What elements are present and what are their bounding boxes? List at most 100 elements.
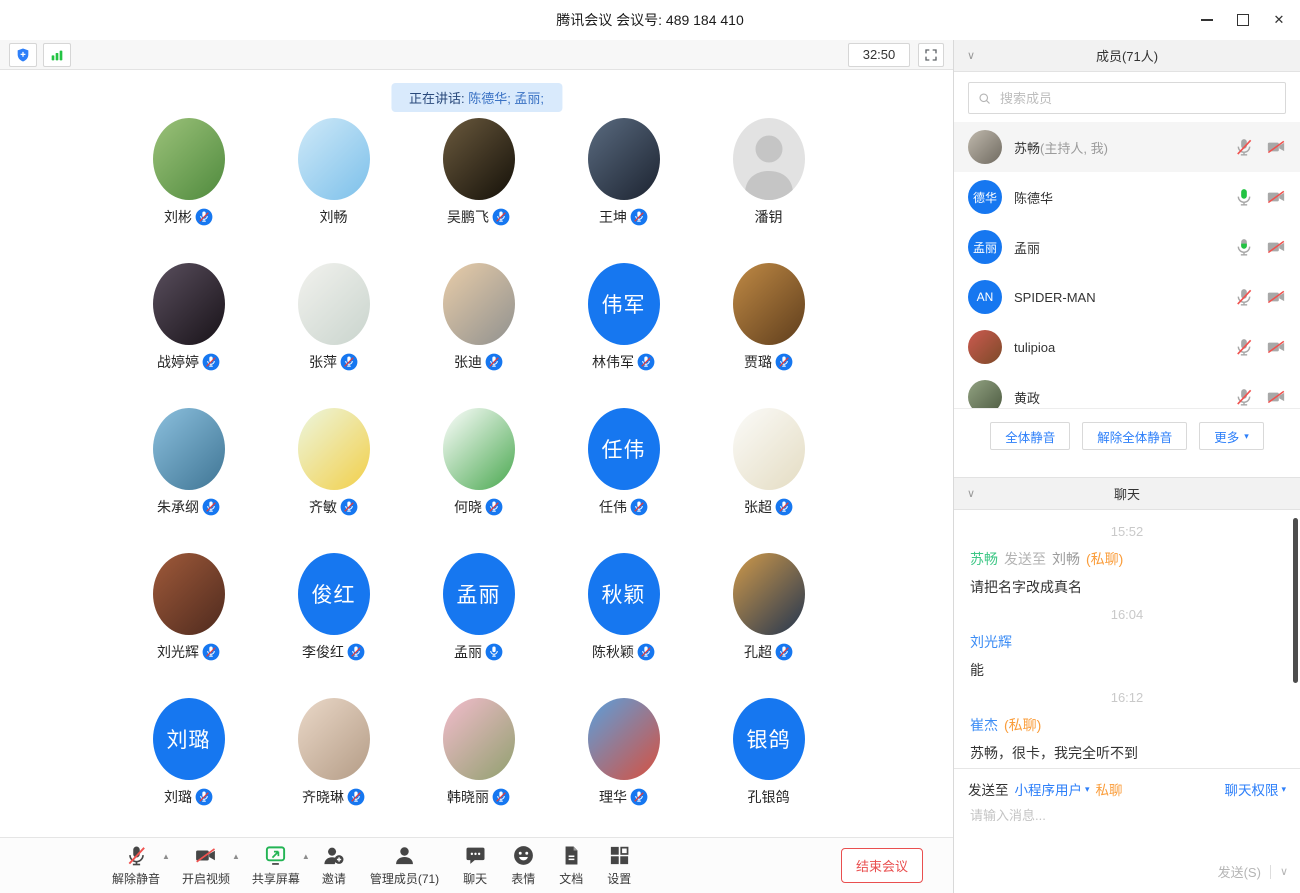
member-row[interactable]: 苏畅(主持人, 我) [954, 122, 1300, 172]
participant-tile[interactable]: 韩晓丽 [406, 698, 551, 838]
chat-message-header: 苏畅发送至刘畅(私聊) [970, 549, 1284, 569]
participant-tile[interactable]: 战婷婷 [116, 263, 261, 408]
participant-tile[interactable]: 任伟任伟 [551, 408, 696, 553]
collapse-chat-icon[interactable]: ∨ [967, 487, 975, 500]
toolbar-item-share-screen[interactable]: 共享屏幕 [240, 838, 312, 893]
camera-off-icon[interactable] [1266, 337, 1286, 357]
mute-all-button[interactable]: 全体静音 [990, 422, 1070, 450]
fullscreen-button[interactable] [918, 43, 944, 67]
toolbar-arrow-up-icon[interactable]: ▲ [232, 852, 240, 861]
toolbar-arrow-up-icon[interactable]: ▲ [162, 852, 170, 861]
toolbar-item-cam-off-dark[interactable]: 开启视频 [170, 838, 242, 893]
participant-tile[interactable]: 刘畅 [261, 118, 406, 263]
toolbar-item-label: 开启视频 [182, 870, 230, 887]
participant-tile[interactable]: 齐敏 [261, 408, 406, 553]
photo-avatar [588, 118, 660, 200]
chat-sender: 刘光辉 [970, 632, 1012, 652]
bottom-toolbar: 解除静音▲开启视频▲共享屏幕▲邀请管理成员(71)聊天表情文档设置结束会议 [0, 837, 953, 893]
participant-tile[interactable]: 张迪 [406, 263, 551, 408]
close-button[interactable]: ✕ [1264, 5, 1294, 35]
network-status-button[interactable] [43, 43, 71, 67]
toolbar-item-chat-bubble[interactable]: 聊天 [451, 838, 499, 893]
mic-muted-icon[interactable] [1234, 137, 1254, 157]
camera-off-icon[interactable] [1266, 187, 1286, 207]
participant-tile[interactable]: 刘彬 [116, 118, 261, 263]
member-row[interactable]: tulipioa [954, 322, 1300, 372]
participant-tile[interactable]: 秋颖陈秋颖 [551, 553, 696, 698]
participant-tile[interactable]: 刘璐刘璐 [116, 698, 261, 838]
toolbar-item-invite[interactable]: 邀请 [310, 838, 358, 893]
send-target-selector[interactable]: 小程序用户 ▾ [1015, 779, 1090, 799]
camera-off-icon[interactable] [1266, 287, 1286, 307]
private-chat-label: 私聊 [1096, 779, 1123, 799]
mic-muted-icon[interactable] [1234, 387, 1254, 407]
chat-target-row: 发送至 小程序用户 ▾ 私聊 聊天权限 ▾ [968, 779, 1286, 799]
participant-tile[interactable]: 俊红李俊红 [261, 553, 406, 698]
toolbar-item-label: 邀请 [322, 870, 346, 887]
minimize-icon [1201, 19, 1213, 21]
participant-tile[interactable]: 银鸽孔银鸽 [696, 698, 841, 838]
member-row[interactable]: 黄政 [954, 372, 1300, 409]
participant-tile[interactable]: 刘光辉 [116, 553, 261, 698]
participant-tile[interactable]: 潘钥 [696, 118, 841, 263]
participant-tile[interactable]: 孟丽孟丽 [406, 553, 551, 698]
member-search-input[interactable] [998, 90, 1277, 107]
toolbar-item-person[interactable]: 管理成员(71) [358, 838, 451, 893]
mic-on-icon[interactable] [1234, 237, 1254, 257]
participant-name: 贾璐 [744, 352, 793, 372]
more-button[interactable]: 更多 ▾ [1199, 422, 1264, 450]
initials-avatar: 孟丽 [968, 230, 1002, 264]
mic-muted-badge-icon [637, 353, 655, 371]
participant-tile[interactable]: 何晓 [406, 408, 551, 553]
mic-muted-badge-icon [347, 643, 365, 661]
mic-muted-badge-icon [485, 353, 503, 371]
participant-tile[interactable]: 齐晓琳 [261, 698, 406, 838]
participant-tile[interactable]: 朱承纲 [116, 408, 261, 553]
chat-permission-selector[interactable]: 聊天权限 ▾ [1224, 779, 1286, 799]
minimize-button[interactable] [1192, 5, 1222, 35]
toolbar-item-document[interactable]: 文档 [547, 838, 595, 893]
member-actions: 全体静音 解除全体静音 更多 ▾ [954, 409, 1300, 477]
end-meeting-button[interactable]: 结束会议 [841, 848, 923, 883]
mic-muted-dark-icon [125, 844, 148, 867]
participant-tile[interactable]: 理华 [551, 698, 696, 838]
collapse-members-icon[interactable]: ∨ [967, 49, 975, 62]
send-options-chevron-icon[interactable]: ∨ [1280, 865, 1288, 878]
participant-name: 齐敏 [309, 497, 358, 517]
caret-down-icon: ▾ [1244, 432, 1249, 441]
participant-tile[interactable]: 伟军林伟军 [551, 263, 696, 408]
participant-tile[interactable]: 张超 [696, 408, 841, 553]
participant-tile[interactable]: 王坤 [551, 118, 696, 263]
speaking-banner: 正在讲话: 陈德华; 孟丽; [391, 83, 562, 112]
member-row[interactable]: ANSPIDER-MAN [954, 272, 1300, 322]
camera-off-icon[interactable] [1266, 137, 1286, 157]
toolbar-item-settings-grid[interactable]: 设置 [595, 838, 643, 893]
chat-scrollbar[interactable] [1293, 518, 1298, 683]
participant-tile[interactable]: 张萍 [261, 263, 406, 408]
send-button[interactable]: 发送(S) [1218, 862, 1261, 881]
camera-off-icon[interactable] [1266, 387, 1286, 407]
participant-name: 李俊红 [302, 642, 365, 662]
participant-tile[interactable]: 贾璐 [696, 263, 841, 408]
photo-avatar [968, 330, 1002, 364]
camera-off-icon[interactable] [1266, 237, 1286, 257]
mic-on-icon[interactable] [1234, 187, 1254, 207]
toolbar-item-label: 解除静音 [112, 870, 160, 887]
send-divider [1270, 865, 1271, 879]
participant-tile[interactable]: 孔超 [696, 553, 841, 698]
toolbar-arrow-up-icon[interactable]: ▲ [302, 852, 310, 861]
member-row[interactable]: 孟丽孟丽 [954, 222, 1300, 272]
meeting-security-button[interactable] [9, 43, 37, 67]
participant-tile[interactable]: 吴鹏飞 [406, 118, 551, 263]
toolbar-item-mic-muted-dark[interactable]: 解除静音 [100, 838, 172, 893]
member-row[interactable]: 德华陈德华 [954, 172, 1300, 222]
maximize-button[interactable] [1228, 5, 1258, 35]
participant-name: 潘钥 [755, 207, 783, 227]
mic-muted-icon[interactable] [1234, 287, 1254, 307]
chat-sender: 崔杰 [970, 715, 998, 735]
chat-message-input[interactable] [968, 807, 1290, 824]
member-search-box[interactable] [968, 82, 1286, 114]
toolbar-item-smiley[interactable]: 表情 [499, 838, 547, 893]
unmute-all-button[interactable]: 解除全体静音 [1082, 422, 1187, 450]
mic-muted-icon[interactable] [1234, 337, 1254, 357]
